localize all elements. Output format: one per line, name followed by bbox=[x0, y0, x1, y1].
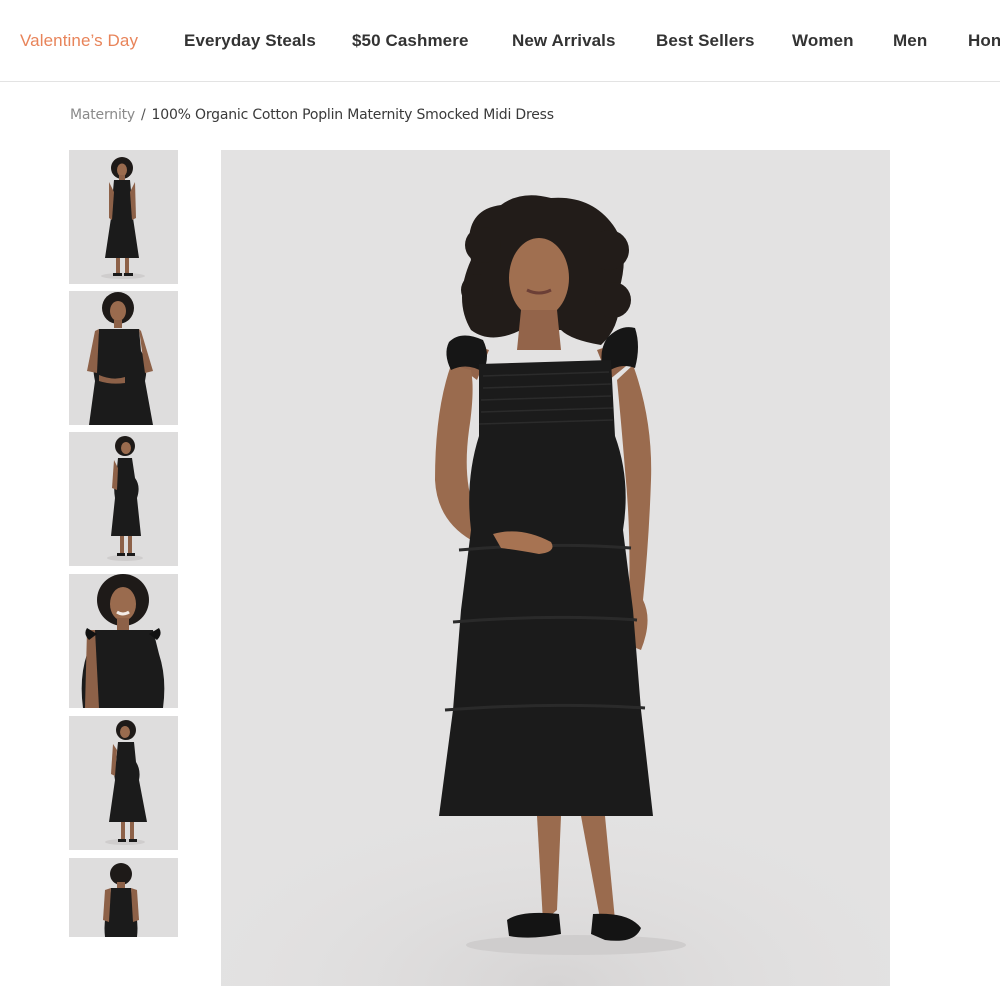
nav-link-valentines-day[interactable]: Valentine’s Day bbox=[20, 31, 138, 51]
breadcrumb-current: 100% Organic Cotton Poplin Maternity Smo… bbox=[151, 107, 555, 123]
model-photo-three-quarter bbox=[69, 291, 178, 425]
model-photo-main bbox=[221, 150, 890, 986]
model-photo-side bbox=[69, 432, 178, 566]
thumbnail-2[interactable] bbox=[69, 291, 178, 425]
thumbnail-4[interactable] bbox=[69, 574, 178, 708]
nav-link-home[interactable]: Hon bbox=[968, 31, 1000, 51]
top-nav: Valentine’s Day Everyday Steals $50 Cash… bbox=[0, 0, 1000, 82]
model-photo-turned bbox=[69, 716, 178, 850]
breadcrumb-separator: / bbox=[141, 107, 146, 123]
model-photo-close-up bbox=[69, 574, 178, 708]
nav-link-women[interactable]: Women bbox=[792, 31, 854, 51]
thumbnail-5[interactable] bbox=[69, 716, 178, 850]
nav-link-new-arrivals[interactable]: New Arrivals bbox=[512, 31, 616, 51]
thumbnail-3[interactable] bbox=[69, 432, 178, 566]
nav-link-best-sellers[interactable]: Best Sellers bbox=[656, 31, 755, 51]
nav-link-men[interactable]: Men bbox=[893, 31, 927, 51]
breadcrumb: Maternity / 100% Organic Cotton Poplin Mat… bbox=[70, 107, 554, 123]
thumbnail-6[interactable] bbox=[69, 858, 178, 937]
model-photo-full-front bbox=[69, 150, 178, 284]
nav-link-everyday-steals[interactable]: Everyday Steals bbox=[184, 31, 316, 51]
nav-link-50-cashmere[interactable]: $50 Cashmere bbox=[352, 31, 469, 51]
thumbnail-1[interactable] bbox=[69, 150, 178, 284]
breadcrumb-link-maternity[interactable]: Maternity bbox=[70, 107, 135, 123]
model-photo-back bbox=[69, 858, 178, 937]
main-product-image[interactable] bbox=[221, 150, 890, 986]
